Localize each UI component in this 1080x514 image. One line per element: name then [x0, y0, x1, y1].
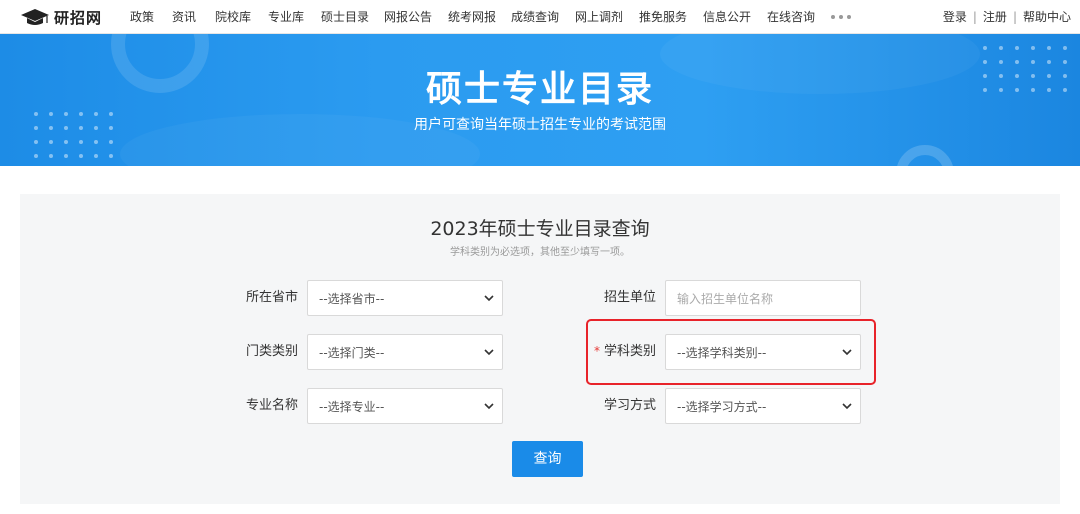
- panel-hint: 学科类别为必选项，其他至少填写一项。: [450, 247, 630, 258]
- more-dots-icon[interactable]: [831, 15, 851, 19]
- site-logo[interactable]: 研招网: [20, 6, 102, 28]
- study-mode-select[interactable]: --选择学习方式--: [665, 388, 861, 424]
- province-label: 所在省市: [245, 290, 298, 305]
- nav-item-exam-registration[interactable]: 统考网报: [448, 9, 496, 25]
- nav-item-online-adjustment[interactable]: 网上调剂: [575, 9, 623, 25]
- major-select[interactable]: --选择专业--: [307, 388, 503, 424]
- category-select-value: --选择门类--: [319, 346, 385, 360]
- page-banner: 硕士专业目录 用户可查询当年硕士招生专业的考试范围: [0, 34, 1080, 166]
- chevron-down-icon: [484, 403, 494, 410]
- help-center-link[interactable]: 帮助中心: [1023, 10, 1071, 24]
- nav-item-info-disclosure[interactable]: 信息公开: [703, 9, 751, 25]
- study-mode-select-value: --选择学习方式--: [677, 400, 767, 414]
- nav-item-schools[interactable]: 院校库: [215, 9, 251, 25]
- nav-item-online-consult[interactable]: 在线咨询: [767, 9, 815, 25]
- nav-item-master-catalog[interactable]: 硕士目录: [321, 9, 369, 25]
- panel-title: 2023年硕士专业目录查询: [430, 218, 650, 240]
- nav-item-exemption-service[interactable]: 推免服务: [639, 9, 687, 25]
- chevron-down-icon: [484, 349, 494, 356]
- chevron-down-icon: [842, 403, 852, 410]
- site-logo-text: 研招网: [54, 8, 103, 27]
- nav-item-majors[interactable]: 专业库: [268, 9, 304, 25]
- nav-item-policy[interactable]: 政策: [130, 9, 154, 25]
- nav-item-registration-notice[interactable]: 网报公告: [384, 9, 432, 25]
- banner-subtitle: 用户可查询当年硕士招生专业的考试范围: [414, 117, 666, 133]
- catalog-query-panel: 2023年硕士专业目录查询 学科类别为必选项，其他至少填写一项。 所在省市 --…: [20, 194, 1060, 504]
- separator: |: [1012, 10, 1017, 24]
- banner-title: 硕士专业目录: [425, 69, 654, 110]
- province-select-value: --选择省市--: [319, 292, 385, 306]
- graduation-cap-icon: [21, 9, 49, 25]
- separator: |: [972, 10, 977, 24]
- nav-item-news[interactable]: 资讯: [172, 9, 196, 25]
- category-select[interactable]: --选择门类--: [307, 334, 503, 370]
- major-select-value: --选择专业--: [319, 400, 385, 414]
- nav-item-score-query[interactable]: 成绩查询: [511, 9, 559, 25]
- unit-label: 招生单位: [603, 290, 656, 305]
- unit-input[interactable]: 输入招生单位名称: [665, 280, 861, 316]
- discipline-highlight-box: [586, 319, 876, 385]
- query-button[interactable]: 查询: [512, 441, 583, 477]
- category-label: 门类类别: [245, 344, 298, 359]
- major-label: 专业名称: [245, 398, 298, 413]
- login-link[interactable]: 登录: [943, 10, 967, 24]
- top-navigation-bar: 研招网 政策 资讯 院校库 专业库 硕士目录 网报公告 统考网报 成绩查询 网上…: [0, 0, 1080, 34]
- user-links: 登录 | 注册 | 帮助中心: [943, 9, 1071, 25]
- study-mode-label: 学习方式: [603, 398, 656, 413]
- register-link[interactable]: 注册: [983, 10, 1007, 24]
- chevron-down-icon: [484, 295, 494, 302]
- province-select[interactable]: --选择省市--: [307, 280, 503, 316]
- unit-input-placeholder: 输入招生单位名称: [677, 292, 774, 306]
